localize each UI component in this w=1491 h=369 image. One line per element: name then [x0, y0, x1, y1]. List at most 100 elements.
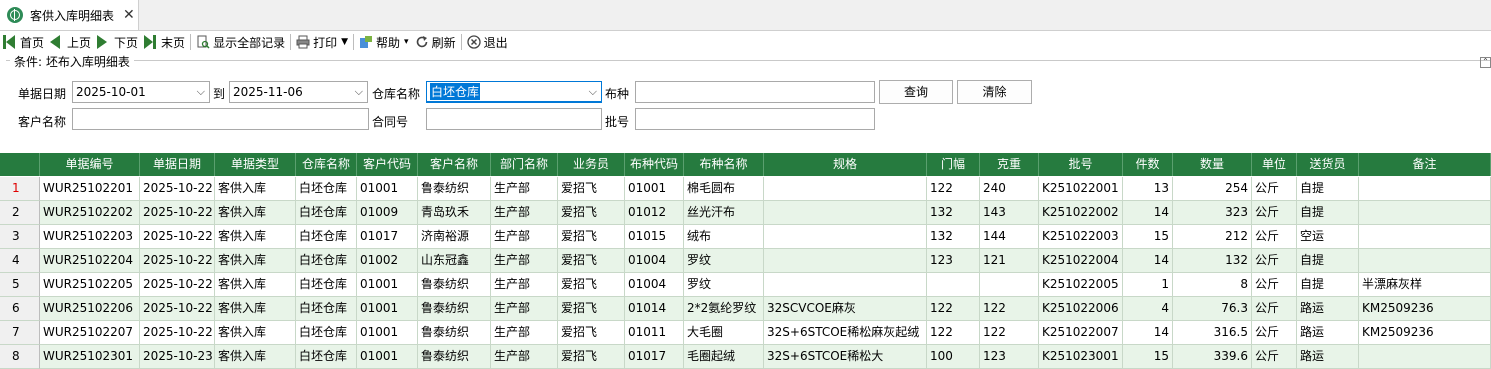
table-cell[interactable]: 13 — [1123, 177, 1173, 201]
table-cell[interactable]: 公斤 — [1252, 177, 1297, 201]
contract-input[interactable] — [426, 108, 602, 130]
table-cell[interactable]: 生产部 — [491, 249, 558, 273]
table-cell[interactable]: 15 — [1123, 225, 1173, 249]
fabric-input[interactable] — [635, 81, 875, 103]
column-header[interactable]: 单位 — [1252, 153, 1297, 176]
table-cell[interactable]: 青岛玖禾 — [418, 201, 491, 225]
table-cell[interactable]: 白坯仓库 — [296, 201, 357, 225]
chevron-down-icon[interactable]: ⌵ — [197, 85, 205, 99]
table-cell[interactable]: K251022006 — [1039, 297, 1123, 321]
column-header[interactable]: 布种代码 — [625, 153, 684, 176]
table-cell[interactable]: KM2509236 — [1359, 297, 1491, 321]
table-cell[interactable]: 爱招飞 — [558, 321, 625, 345]
table-cell[interactable]: 32SCVCOE麻灰 — [764, 297, 927, 321]
print-button[interactable]: 打印 ▼ — [293, 31, 351, 53]
table-cell[interactable]: 100 — [927, 345, 980, 369]
table-cell[interactable]: 白坯仓库 — [296, 345, 357, 369]
table-cell[interactable] — [1359, 177, 1491, 201]
table-cell[interactable]: WUR25102205 — [40, 273, 140, 297]
table-cell[interactable]: 白坯仓库 — [296, 249, 357, 273]
table-cell[interactable]: 01012 — [625, 201, 684, 225]
tab-customer-stock-in-detail[interactable]: 客供入库明细表 ✕ — [0, 0, 139, 30]
table-cell[interactable]: 01004 — [625, 273, 684, 297]
table-cell[interactable]: 客供入库 — [215, 345, 296, 369]
table-cell[interactable]: 01011 — [625, 321, 684, 345]
show-all-records-button[interactable]: 显示全部记录 — [193, 31, 288, 53]
table-cell[interactable]: 01017 — [357, 225, 418, 249]
date-from-picker[interactable]: 2025-10-01 ⌵ — [72, 81, 210, 103]
column-header[interactable]: 批号 — [1039, 153, 1123, 176]
column-header[interactable]: 件数 — [1123, 153, 1173, 176]
table-cell[interactable]: 公斤 — [1252, 345, 1297, 369]
table-cell[interactable]: 2*2氨纶罗纹 — [684, 297, 764, 321]
table-cell[interactable]: K251022007 — [1039, 321, 1123, 345]
table-cell[interactable]: 大毛圈 — [684, 321, 764, 345]
table-cell[interactable]: 339.6 — [1173, 345, 1252, 369]
table-cell[interactable]: 爱招飞 — [558, 345, 625, 369]
column-header[interactable]: 部门名称 — [491, 153, 558, 176]
table-cell[interactable]: 客供入库 — [215, 321, 296, 345]
table-cell[interactable] — [980, 273, 1039, 297]
row-number-cell[interactable]: 3 — [0, 225, 40, 249]
chevron-down-icon[interactable]: ⌵ — [355, 85, 363, 99]
table-cell[interactable]: 生产部 — [491, 201, 558, 225]
table-cell[interactable]: WUR25102206 — [40, 297, 140, 321]
table-cell[interactable]: 143 — [980, 201, 1039, 225]
table-cell[interactable]: 爱招飞 — [558, 297, 625, 321]
table-cell[interactable]: 鲁泰纺织 — [418, 345, 491, 369]
row-number-cell[interactable]: 2 — [0, 201, 40, 225]
clear-button[interactable]: 清除 — [957, 80, 1032, 104]
row-number-cell[interactable]: 4 — [0, 249, 40, 273]
table-cell[interactable]: 鲁泰纺织 — [418, 273, 491, 297]
table-cell[interactable]: 144 — [980, 225, 1039, 249]
table-cell[interactable]: 生产部 — [491, 273, 558, 297]
table-cell[interactable]: 2025-10-22 — [140, 297, 215, 321]
column-header[interactable]: 客户代码 — [357, 153, 418, 176]
table-row[interactable]: 4 WUR25102204 2025-10-22 客供入库 白坯仓库 01002 山东冠鑫生… — [0, 249, 1491, 273]
table-cell[interactable]: 路运 — [1297, 345, 1359, 369]
table-cell[interactable]: 123 — [927, 249, 980, 273]
table-cell[interactable]: 济南裕源 — [418, 225, 491, 249]
table-cell[interactable]: 生产部 — [491, 225, 558, 249]
table-cell[interactable]: 公斤 — [1252, 321, 1297, 345]
row-number-cell[interactable]: 5 — [0, 273, 40, 297]
table-cell[interactable]: 240 — [980, 177, 1039, 201]
table-cell[interactable]: 122 — [927, 297, 980, 321]
table-cell[interactable]: 2025-10-22 — [140, 273, 215, 297]
table-cell[interactable]: 爱招飞 — [558, 177, 625, 201]
table-cell[interactable]: 公斤 — [1252, 249, 1297, 273]
table-cell[interactable]: 公斤 — [1252, 225, 1297, 249]
column-header[interactable]: 客户名称 — [418, 153, 491, 176]
table-cell[interactable]: 客供入库 — [215, 201, 296, 225]
column-header[interactable]: 单据日期 — [140, 153, 215, 176]
table-cell[interactable] — [1359, 345, 1491, 369]
table-cell[interactable]: 01001 — [357, 273, 418, 297]
table-cell[interactable]: K251022001 — [1039, 177, 1123, 201]
table-cell[interactable]: 爱招飞 — [558, 201, 625, 225]
table-cell[interactable]: 2025-10-22 — [140, 321, 215, 345]
table-cell[interactable]: 自提 — [1297, 249, 1359, 273]
row-number-cell[interactable]: 8 — [0, 345, 40, 369]
first-page-button[interactable]: 首页 — [0, 31, 47, 53]
date-to-picker[interactable]: 2025-11-06 ⌵ — [229, 81, 368, 103]
table-cell[interactable]: 2025-10-22 — [140, 177, 215, 201]
table-cell[interactable]: 01017 — [625, 345, 684, 369]
table-cell[interactable]: 客供入库 — [215, 249, 296, 273]
table-cell[interactable]: 自提 — [1297, 201, 1359, 225]
table-cell[interactable]: 公斤 — [1252, 201, 1297, 225]
table-cell[interactable]: 罗纹 — [684, 273, 764, 297]
table-cell[interactable]: 122 — [980, 297, 1039, 321]
table-cell[interactable]: 01001 — [357, 177, 418, 201]
table-cell[interactable]: 01001 — [357, 345, 418, 369]
table-cell[interactable]: 鲁泰纺织 — [418, 321, 491, 345]
exit-button[interactable]: 退出 — [464, 31, 511, 53]
table-cell[interactable]: 316.5 — [1173, 321, 1252, 345]
table-cell[interactable]: WUR25102301 — [40, 345, 140, 369]
table-cell[interactable]: 山东冠鑫 — [418, 249, 491, 273]
table-cell[interactable]: 2025-10-23 — [140, 345, 215, 369]
table-row[interactable]: 5 WUR25102205 2025-10-22 客供入库 白坯仓库 01001 鲁泰纺织生… — [0, 273, 1491, 297]
table-cell[interactable]: 生产部 — [491, 297, 558, 321]
table-cell[interactable] — [927, 273, 980, 297]
table-cell[interactable]: 132 — [927, 201, 980, 225]
table-cell[interactable]: K251022005 — [1039, 273, 1123, 297]
